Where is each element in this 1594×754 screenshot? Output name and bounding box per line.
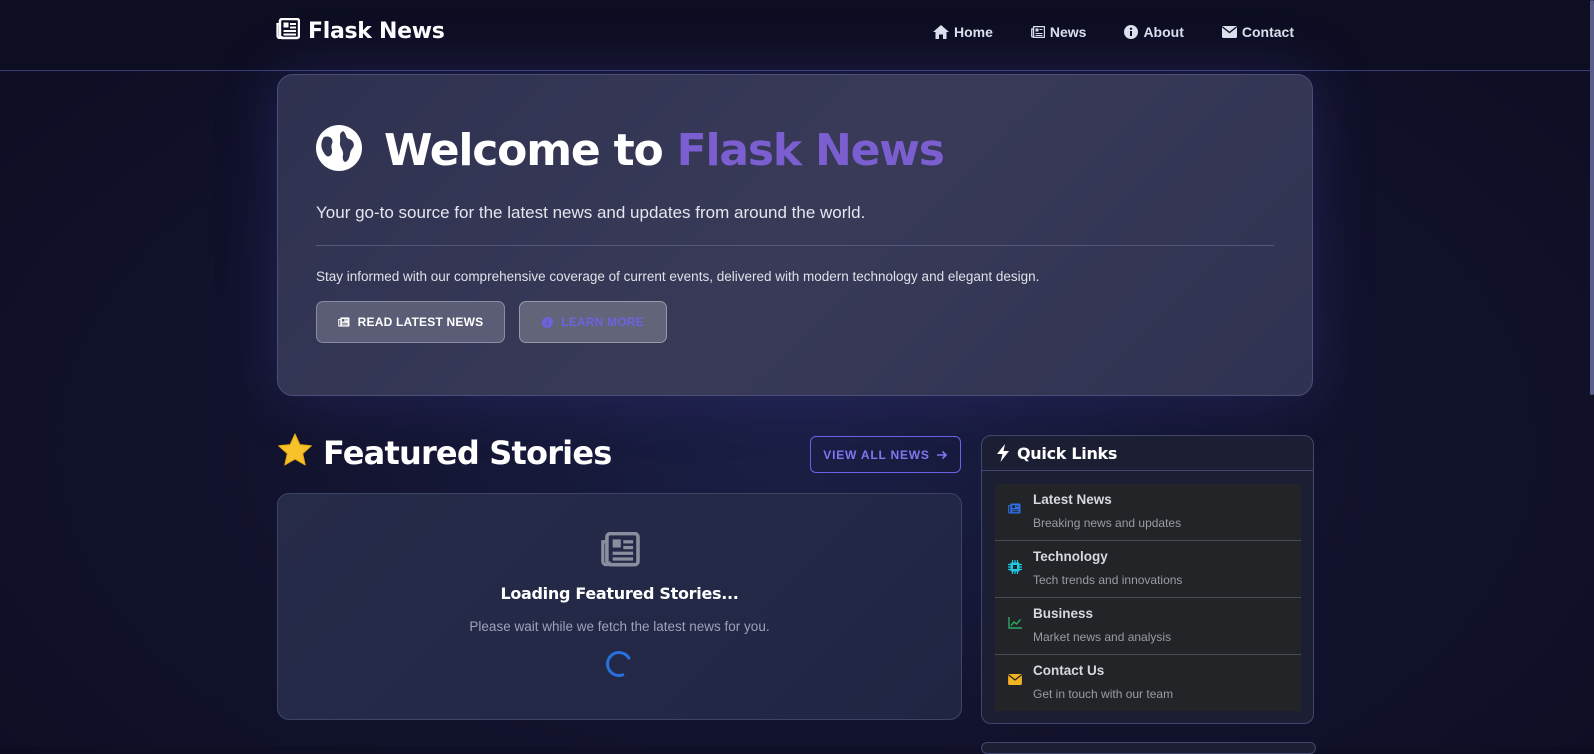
read-latest-news-label: READ LATEST NEWS: [357, 315, 484, 329]
info-icon: [542, 316, 554, 328]
hero-title-accent: Flask News: [676, 125, 945, 176]
quick-link-subtitle: Market news and analysis: [1033, 630, 1172, 644]
loading-text: Please wait while we fetch the latest ne…: [469, 619, 770, 634]
hero-title: Welcome to Flask News: [316, 125, 945, 176]
nav-home-label: Home: [953, 24, 993, 40]
quick-link-subtitle: Get in touch with our team: [1033, 687, 1174, 701]
navbar: Flask News Home News About Contact: [0, 0, 1594, 71]
newspaper-icon: [1030, 26, 1045, 38]
loading-title: Loading Featured Stories...: [500, 584, 739, 603]
quick-link-title: Latest News: [1033, 492, 1112, 507]
quick-links-list: Latest News Breaking news and updates Te…: [995, 484, 1301, 711]
featured-title: Featured Stories: [323, 433, 612, 472]
info-icon: [1124, 25, 1139, 39]
quick-links-title: Quick Links: [1017, 443, 1118, 463]
quick-link-title: Business: [1033, 606, 1094, 621]
nav-contact-label: Contact: [1241, 24, 1294, 40]
quick-link-business[interactable]: Business Market news and analysis: [995, 598, 1301, 655]
next-sidebar-card: [981, 742, 1316, 754]
newspaper-icon: [276, 17, 301, 45]
quick-link-latest-news[interactable]: Latest News Breaking news and updates: [995, 484, 1301, 541]
quick-link-technology[interactable]: Technology Tech trends and innovations: [995, 541, 1301, 598]
quick-link-subtitle: Tech trends and innovations: [1033, 573, 1183, 587]
quick-link-subtitle: Breaking news and updates: [1033, 516, 1182, 530]
arrow-right-icon: [936, 450, 947, 459]
hero-card: Welcome to Flask News Your go-to source …: [277, 74, 1313, 396]
loading-spinner: [602, 647, 636, 681]
envelope-icon: [1008, 674, 1022, 685]
featured-heading: Featured Stories: [277, 433, 612, 472]
main-nav: Home News About Contact: [932, 24, 1294, 40]
globe-icon: [316, 125, 362, 176]
hero-title-prefix: Welcome to: [384, 125, 664, 176]
nav-news-label: News: [1049, 24, 1087, 40]
read-latest-news-button[interactable]: READ LATEST NEWS: [316, 301, 505, 343]
newspaper-icon: [337, 317, 350, 327]
chart-line-icon: [1008, 617, 1022, 629]
chip-icon: [1008, 560, 1022, 574]
hero-subtitle: Your go-to source for the latest news an…: [316, 203, 866, 222]
nav-about-label: About: [1143, 24, 1184, 40]
nav-home[interactable]: Home: [932, 24, 993, 40]
learn-more-button[interactable]: LEARN MORE: [519, 301, 667, 343]
home-icon: [932, 25, 949, 39]
bolt-icon: [997, 444, 1009, 462]
hero-divider: [316, 245, 1274, 246]
brand-name: Flask News: [308, 19, 445, 44]
view-all-news-label: VIEW ALL NEWS: [823, 447, 930, 462]
brand-link[interactable]: Flask News: [276, 17, 445, 45]
quick-links-header: Quick Links: [982, 436, 1313, 471]
featured-stories-panel: Loading Featured Stories... Please wait …: [277, 493, 962, 720]
envelope-icon: [1221, 26, 1237, 38]
quick-link-contact-us[interactable]: Contact Us Get in touch with our team: [995, 655, 1301, 711]
star-icon: [277, 433, 313, 472]
view-all-news-button[interactable]: VIEW ALL NEWS: [810, 436, 961, 473]
newspaper-icon: [1008, 503, 1021, 514]
newspaper-icon: [600, 531, 640, 573]
nav-about[interactable]: About: [1124, 24, 1184, 40]
page-scrollbar[interactable]: [1590, 0, 1594, 395]
hero-body-text: Stay informed with our comprehensive cov…: [316, 269, 1040, 284]
quick-links-card: Quick Links Latest News Breaking news an…: [981, 435, 1314, 724]
quick-link-title: Contact Us: [1033, 663, 1105, 678]
nav-contact[interactable]: Contact: [1221, 24, 1294, 40]
nav-news[interactable]: News: [1030, 24, 1087, 40]
quick-link-title: Technology: [1033, 549, 1108, 564]
learn-more-label: LEARN MORE: [561, 315, 644, 329]
